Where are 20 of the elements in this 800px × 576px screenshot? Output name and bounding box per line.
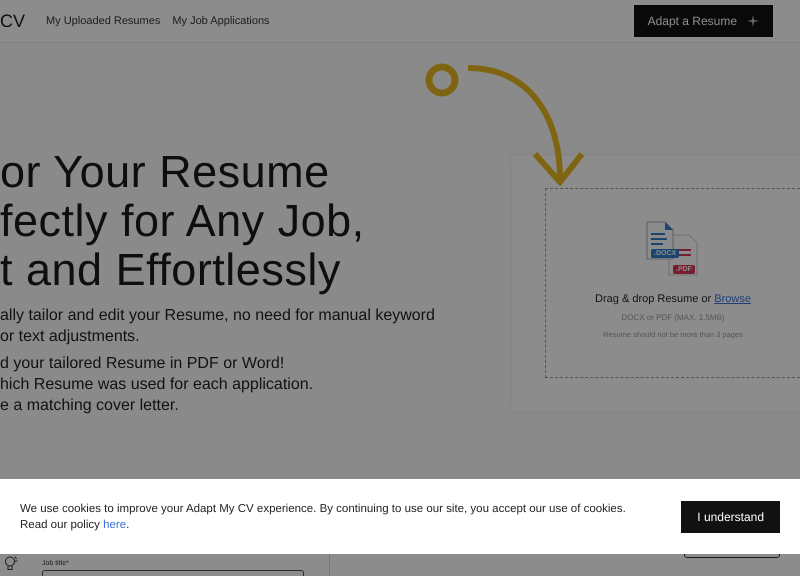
nav-link[interactable]: My Uploaded Resumes <box>46 15 160 27</box>
cookie-message: We use cookies to improve your Adapt My CV experience. By continuing to use our site, you accept our use of cookies. Read our policy here. <box>20 502 627 532</box>
hero-text-line: or text adjustments. <box>0 327 141 347</box>
hero-text-line: e a matching cover letter. <box>0 396 180 416</box>
hero-text-line: hich Resume was used for each application. <box>0 375 314 395</box>
format-hint: DOCX or PDF (MAX. 1.5MB) <box>621 313 725 322</box>
hero-text-line: ally tailor and edit your Resume, no need for manual keyword <box>0 306 436 326</box>
hero-text-line: d your tailored Resume in PDF or Word! <box>0 354 286 374</box>
drop-prompt: Drag & drop Resume or Browse <box>595 293 751 305</box>
hero-heading-line: t and Effortlessly <box>0 245 342 294</box>
browse-link[interactable]: Browse <box>714 293 751 305</box>
nav-link[interactable]: My Job Applications <box>172 15 270 27</box>
lightbulb-icon <box>4 556 18 570</box>
hero-heading-line: or Your Resume <box>0 147 331 196</box>
hero-heading-line: fectly for Any Job, <box>0 196 366 245</box>
adapt-resume-button[interactable]: Adapt a Resume <box>634 5 773 37</box>
logo-text[interactable]: CV <box>0 10 46 32</box>
sparkle-icon <box>747 15 759 27</box>
understand-button[interactable]: I understand <box>681 500 780 532</box>
policy-link[interactable]: here <box>103 518 126 530</box>
